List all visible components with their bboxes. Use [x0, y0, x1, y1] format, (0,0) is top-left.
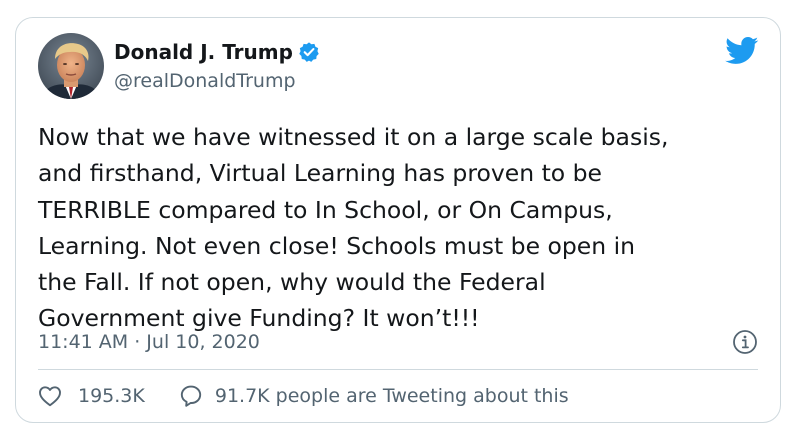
verified-badge-icon: [298, 41, 320, 63]
tweet-text-line: Now that we have witnessed it on a large…: [38, 123, 669, 151]
divider: [38, 369, 758, 370]
twitter-bird-icon[interactable]: [725, 37, 759, 65]
tweet-text: Now that we have witnessed it on a large…: [38, 119, 768, 337]
heart-icon: [38, 385, 62, 407]
info-icon[interactable]: [732, 329, 758, 355]
tweet-actions: 195.3K 91.7K people are Tweeting about t…: [38, 384, 569, 408]
tweet-text-line: the Fall. If not open, why would the Fed…: [38, 268, 546, 297]
like-button[interactable]: 195.3K: [38, 384, 145, 408]
likes-count: 195.3K: [78, 385, 145, 407]
tweet-text-line: and firsthand, Virtual Learning has prov…: [38, 159, 603, 188]
speech-bubble-icon: [179, 384, 203, 408]
tweet-text-line: Learning. Not even close! Schools must b…: [38, 231, 636, 260]
avatar[interactable]: [38, 33, 104, 99]
tweet-timestamp[interactable]: 11:41 AM · Jul 10, 2020: [38, 330, 260, 354]
conversation-text: 91.7K people are Tweeting about this: [214, 385, 569, 407]
author-display-name[interactable]: Donald J. Trump: [114, 40, 293, 64]
author-handle[interactable]: @realDonaldTrump: [114, 69, 296, 93]
tweet-card[interactable]: Donald J. Trump @realDonaldTrump Now tha…: [15, 17, 781, 423]
tweet-text-line: TERRIBLE compared to In School, or On Ca…: [38, 195, 613, 224]
conversation-button[interactable]: 91.7K people are Tweeting about this: [179, 384, 569, 408]
author-name-row[interactable]: Donald J. Trump: [114, 40, 320, 64]
avatar-image: [38, 33, 104, 99]
